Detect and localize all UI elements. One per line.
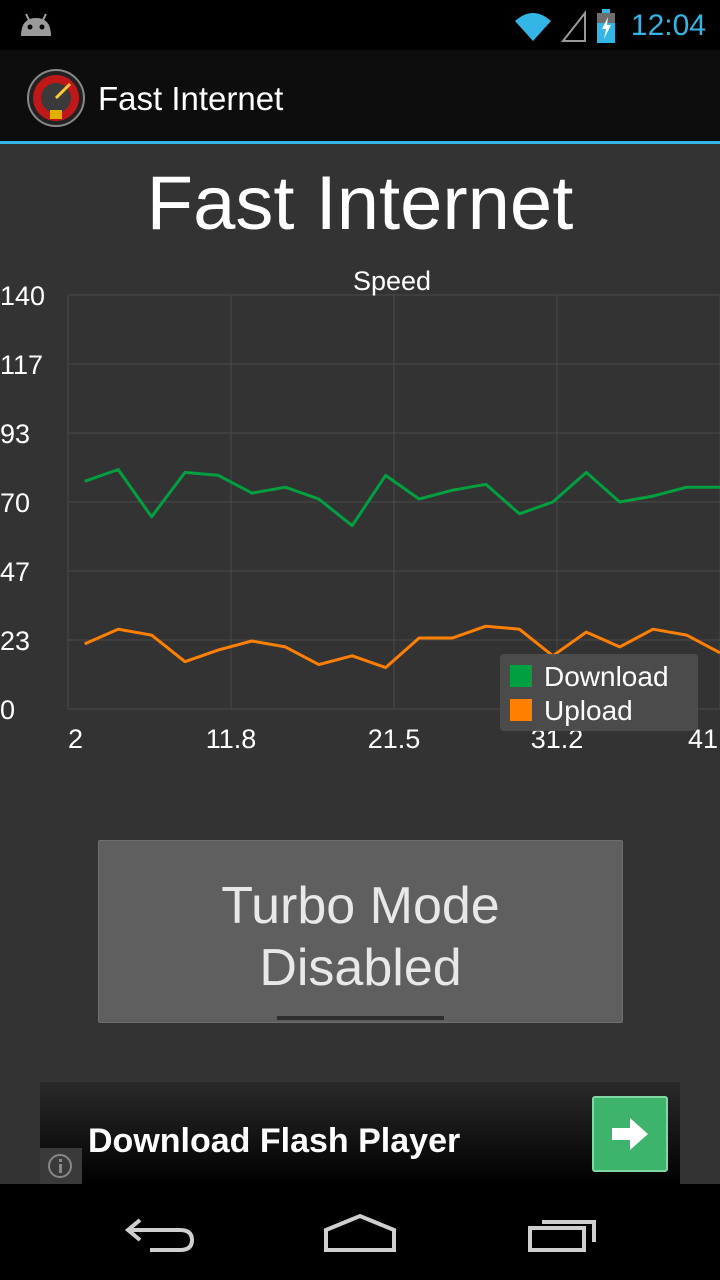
- ad-info-button[interactable]: [40, 1148, 82, 1184]
- turbo-mode-button[interactable]: Turbo Mode Disabled: [98, 840, 623, 1023]
- y-tick-label: 70: [0, 488, 30, 518]
- series-line-download: [84, 468, 720, 528]
- legend-swatch-upload: [510, 699, 532, 721]
- y-tick-label: 117: [0, 350, 43, 380]
- info-icon: [48, 1154, 72, 1178]
- chart-title: Speed: [353, 266, 431, 296]
- ad-action-button[interactable]: [592, 1096, 668, 1172]
- turbo-mode-label: Turbo Mode: [221, 877, 500, 935]
- speed-chart: 0 23 47 70 93 117 140 2 11.8 21.5 31.2 41 Speed Downl…: [0, 262, 720, 762]
- status-time: 12:04: [630, 9, 706, 42]
- legend-label-download: Download: [544, 661, 669, 692]
- speed-chart-svg: 0234770931171402 11.8 21.5 31.2 41SpeedDownl…: [0, 266, 720, 754]
- y-tick-label: 0: [0, 695, 15, 725]
- android-debug-icon: [21, 13, 51, 36]
- navigation-bar: [0, 1184, 720, 1280]
- y-tick-label: 140: [0, 281, 45, 311]
- turbo-toggle-indicator: [277, 1016, 444, 1020]
- y-tick-label: 47: [0, 557, 30, 587]
- x-tick-label: 2: [68, 724, 83, 754]
- legend-label-upload: Upload: [544, 695, 633, 726]
- back-icon[interactable]: [120, 1214, 200, 1254]
- battery-charging-icon: [596, 9, 615, 43]
- arrow-right-icon: [612, 1118, 648, 1150]
- x-tick-label: 21.5: [368, 724, 421, 754]
- recent-apps-icon[interactable]: [524, 1214, 600, 1254]
- signal-icon: [560, 10, 586, 42]
- y-tick-label: 23: [0, 626, 30, 656]
- x-tick-label: 11.8: [206, 724, 257, 754]
- status-bar: 12:04: [0, 0, 720, 50]
- action-bar-title: Fast Internet: [98, 80, 284, 117]
- legend-swatch-download: [510, 665, 532, 687]
- speedometer-icon: [27, 69, 85, 127]
- ad-banner[interactable]: Download Flash Player: [40, 1082, 680, 1184]
- turbo-mode-state: Disabled: [259, 939, 462, 997]
- home-icon[interactable]: [320, 1212, 400, 1256]
- y-tick-label: 93: [0, 419, 30, 449]
- wifi-icon: [514, 13, 551, 41]
- ad-text: Download Flash Player: [88, 1122, 461, 1160]
- page-title: Fast Internet: [146, 161, 574, 246]
